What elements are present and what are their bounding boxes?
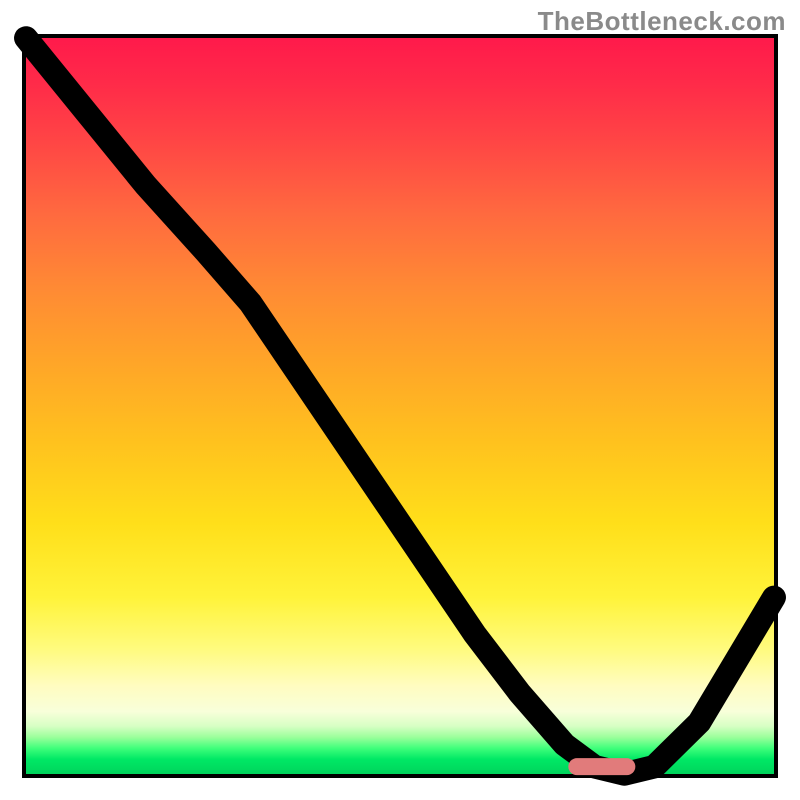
bottleneck-curve xyxy=(26,38,774,774)
plot-area xyxy=(22,34,778,778)
optimal-range-marker xyxy=(568,758,635,776)
watermark-text: TheBottleneck.com xyxy=(538,6,786,37)
curve-path xyxy=(26,38,774,774)
